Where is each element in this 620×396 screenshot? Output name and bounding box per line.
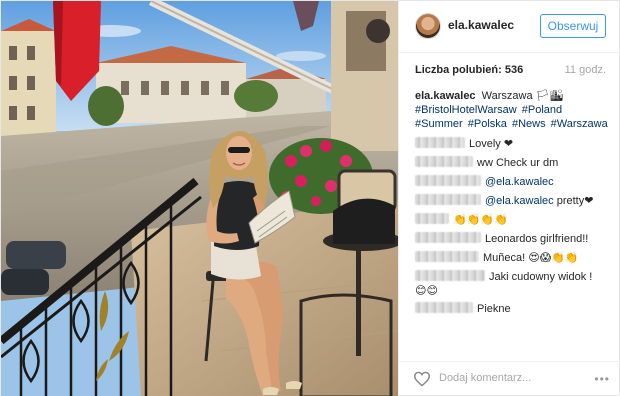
post-footer: Dodaj komentarz... ••• [399, 361, 620, 396]
comment-text: Lovely ❤ [469, 138, 514, 150]
comments-list: ela.kawalec Warszawa 🏳🏙 #BristolHotelWar… [415, 89, 611, 359]
blurred-username [415, 156, 473, 167]
blurred-username [415, 213, 449, 224]
comment-item: Muñeca! 😍😱👏👏 [415, 249, 611, 268]
blurred-username [415, 194, 481, 205]
post-header: ela.kawalec Obserwuj [399, 1, 620, 53]
blurred-username [415, 232, 481, 243]
blurred-username [415, 270, 485, 281]
comment-text: 👏👏👏👏 [453, 214, 508, 226]
post-photo[interactable] [1, 1, 398, 396]
hashtag-link[interactable]: #Polska [468, 118, 507, 130]
post-stats: Liczba polubień: 536 11 godz. [415, 64, 606, 80]
follow-button[interactable]: Obserwuj [540, 14, 606, 38]
avatar[interactable] [415, 13, 441, 39]
instagram-post: ela.kawalec Obserwuj Liczba polubień: 53… [0, 0, 620, 396]
comment-item: Lovely ❤ [415, 135, 611, 154]
comment-item: 👏👏👏👏 [415, 211, 611, 230]
caption-text: Warszawa 🏳🏙 [481, 90, 564, 102]
add-comment-input[interactable]: Dodaj komentarz... [439, 372, 531, 384]
comment-emoji: 😊😊 [415, 285, 438, 297]
comment-text: Muñeca! 😍😱👏👏 [483, 252, 579, 264]
comment-text: Leonardos girlfriend!! [485, 233, 589, 245]
comment-text: ww Check ur dm [477, 157, 559, 169]
username-link[interactable]: ela.kawalec [448, 18, 514, 32]
comment-item: Piekne [415, 300, 611, 319]
comment-text: Piekne [477, 303, 511, 315]
heart-icon[interactable] [413, 371, 431, 387]
likes-count[interactable]: Liczba polubień: 536 [415, 64, 523, 76]
comment-text: Jaki cudowny widok ! [489, 271, 593, 283]
photo-illustration [1, 1, 398, 396]
blurred-username [415, 302, 473, 313]
hashtag-link[interactable]: #Warszawa [551, 118, 608, 130]
caption-author[interactable]: ela.kawalec [415, 90, 476, 102]
hashtag-link[interactable]: #Poland [522, 104, 562, 116]
comment-item: @ela.kawalec [415, 173, 611, 192]
post-timestamp[interactable]: 11 godz. [565, 64, 606, 76]
comment-item: Jaki cudowny widok ! 😊😊 [415, 268, 611, 300]
caption-hashtags: #BristolHotelWarsaw #Poland #Summer #Pol… [415, 103, 611, 131]
comment-item: Leonardos girlfriend!! [415, 230, 611, 249]
post-caption: ela.kawalec Warszawa 🏳🏙 #BristolHotelWar… [415, 89, 611, 131]
comment-mention[interactable]: @ela.kawalec [485, 195, 554, 207]
comment-text: pretty❤ [553, 195, 594, 207]
blurred-username [415, 137, 465, 148]
comment-item: ww Check ur dm [415, 154, 611, 173]
more-options-icon[interactable]: ••• [594, 372, 610, 386]
hashtag-link[interactable]: #BristolHotelWarsaw [415, 104, 517, 116]
blurred-username [415, 251, 479, 262]
hashtag-link[interactable]: #Summer [415, 118, 463, 130]
blurred-username [415, 175, 481, 186]
hashtag-link[interactable]: #News [512, 118, 546, 130]
comment-mention[interactable]: @ela.kawalec [485, 176, 554, 188]
comment-item: @ela.kawalec pretty❤ [415, 192, 611, 211]
post-details-panel: ela.kawalec Obserwuj Liczba polubień: 53… [398, 1, 620, 396]
